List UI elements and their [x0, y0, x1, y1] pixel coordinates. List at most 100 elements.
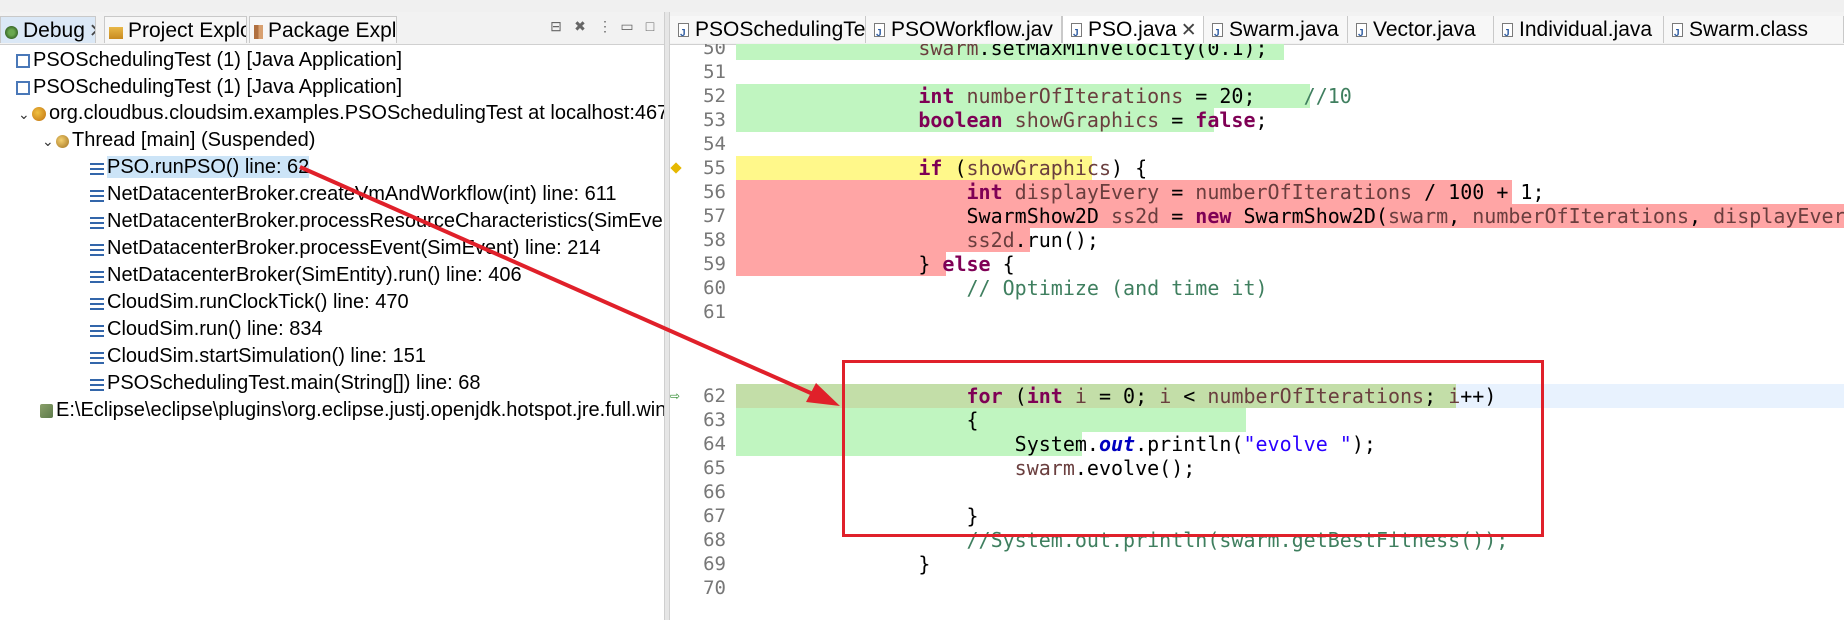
close-icon[interactable]: ✕ [1181, 20, 1197, 41]
tree-item-label: org.cloudbus.cloudsim.examples.PSOSchedu… [49, 102, 664, 124]
project-explorer-icon [109, 27, 123, 39]
code-text: int numberOfIterations = 20; //10 [918, 84, 1352, 108]
code-line: 64 System.out.println("evolve "); [670, 432, 1844, 456]
java-file-icon [678, 20, 689, 43]
editor-tab-pso-java[interactable]: PSO.java✕ [1062, 16, 1204, 43]
code-text: System.out.println("evolve "); [822, 432, 1376, 456]
tree-item-stack-frame[interactable]: CloudSim.run() line: 834 [90, 316, 323, 343]
code-line: 55 if (showGraphics) { [670, 156, 1844, 180]
line-number: 58 [703, 229, 726, 251]
code-line: 57 SwarmShow2D ss2d = new SwarmShow2D(sw… [670, 204, 1844, 228]
stack-frame-icon [90, 217, 104, 229]
java-file-icon [874, 20, 885, 43]
package-explorer-icon [254, 25, 263, 39]
tree-item-label: E:\Eclipse\eclipse\plugins\org.eclipse.j… [56, 399, 664, 421]
line-number: 56 [703, 181, 726, 203]
tree-item-thread[interactable]: ⌄ Thread [main] (Suspended) [42, 127, 315, 154]
line-number: 54 [703, 133, 726, 155]
code-line-current: 62 for (int i = 0; i < numberOfIteration… [670, 384, 1844, 408]
editor-tab-swarm-java[interactable]: Swarm.java [1204, 16, 1348, 43]
stack-frame-icon [90, 325, 104, 337]
code-line: 56 int displayEvery = numberOfIterations… [670, 180, 1844, 204]
java-editor: PSOSchedulingTe PSOWorkflow.jav PSO.java… [670, 12, 1844, 620]
chevron-down-icon[interactable]: ⌄ [18, 101, 32, 128]
code-line: 60 // Optimize (and time it) [670, 276, 1844, 300]
editor-tab-label: Individual.java [1519, 18, 1653, 41]
editor-tab-swarm-class[interactable]: Swarm.class [1664, 16, 1844, 43]
code-line: 68 //System.out.println(swarm.getBestFit… [670, 528, 1844, 552]
stack-frame-icon [90, 271, 104, 283]
editor-tab-psoworkflow[interactable]: PSOWorkflow.jav [866, 16, 1062, 43]
line-number: 51 [703, 61, 726, 83]
line-number: 64 [703, 433, 726, 455]
tree-item-label: NetDatacenterBroker.processResourceChara… [107, 210, 664, 232]
close-icon[interactable]: ✕ [89, 21, 95, 42]
stack-frame-icon [90, 379, 104, 391]
tree-item-label: PSOSchedulingTest (1) [Java Application] [33, 76, 403, 98]
editor-tab-vector-java[interactable]: Vector.java [1348, 16, 1494, 43]
tree-item-stack-frame[interactable]: PSOSchedulingTest.main(String[]) line: 6… [90, 370, 481, 397]
left-view-tab-bar: Debug✕ Project Explorer Package Explorer… [0, 12, 664, 45]
tree-item-stack-frame-selected[interactable]: PSO.runPSO() line: 62 [90, 154, 310, 181]
tree-item-process[interactable]: E:\Eclipse\eclipse\plugins\org.eclipse.j… [40, 397, 664, 424]
code-area[interactable]: ⇨ 50 swarm.setMaxMinVelocity(0.1); 51 52… [670, 44, 1844, 620]
tree-item-label: PSOSchedulingTest (1) [Java Application] [33, 49, 403, 71]
tree-item-stack-frame[interactable]: CloudSim.runClockTick() line: 470 [90, 289, 409, 316]
debug-tree: PSOSchedulingTest (1) [Java Application]… [0, 46, 664, 620]
tree-item-stack-frame[interactable]: NetDatacenterBroker.processEvent(SimEven… [90, 235, 601, 262]
remove-terminated-icon[interactable]: ✖ [573, 19, 587, 33]
collapse-all-icon[interactable]: ⊟ [549, 19, 563, 33]
tree-item-launch-1[interactable]: PSOSchedulingTest (1) [Java Application] [16, 47, 402, 74]
code-line: 65 swarm.evolve(); [670, 456, 1844, 480]
code-line: 66 [670, 480, 1844, 504]
code-text: swarm.evolve(); [1014, 456, 1196, 480]
tab-package-explorer[interactable]: Package Explorer [249, 16, 397, 43]
debug-target-icon [32, 107, 46, 121]
code-text: swarm.setMaxMinVelocity(0.1); [918, 44, 1268, 60]
minimize-icon[interactable]: ▭ [620, 19, 634, 33]
tree-item-label: CloudSim.runClockTick() line: 470 [107, 291, 409, 313]
code-line: 50 swarm.setMaxMinVelocity(0.1); [670, 44, 1844, 60]
tree-item-stack-frame[interactable]: NetDatacenterBroker(SimEntity).run() lin… [90, 262, 522, 289]
chevron-down-icon[interactable]: ⌄ [42, 128, 56, 155]
tree-item-label: CloudSim.startSimulation() line: 151 [107, 345, 427, 367]
line-number: 52 [703, 85, 726, 107]
code-text: //System.out.println(swarm.getBestFitnes… [966, 528, 1509, 552]
code-text: boolean showGraphics = false; [918, 108, 1268, 132]
code-text: SwarmShow2D ss2d = new SwarmShow2D(swarm… [822, 204, 1844, 228]
editor-tab-psoschedulingtest[interactable]: PSOSchedulingTe [670, 16, 866, 43]
line-number: 63 [703, 409, 726, 431]
code-line: 53 boolean showGraphics = false; [670, 108, 1844, 132]
line-number: 60 [703, 277, 726, 299]
tree-item-debug-target[interactable]: ⌄ org.cloudbus.cloudsim.examples.PSOSched… [18, 100, 664, 127]
stack-frame-icon [90, 352, 104, 364]
code-line: 61 [670, 300, 1844, 324]
tree-item-stack-frame[interactable]: NetDatacenterBroker.processResourceChara… [90, 208, 664, 235]
view-menu-icon[interactable]: ⋮ [598, 19, 612, 33]
code-line: 58 ss2d.run(); [670, 228, 1844, 252]
code-text: // Optimize (and time it) [966, 276, 1268, 300]
line-number: 67 [703, 505, 726, 527]
java-app-icon [16, 54, 30, 68]
process-icon [40, 404, 53, 418]
tab-debug[interactable]: Debug✕ [0, 16, 96, 43]
line-number: 55 [703, 157, 726, 179]
code-line: 70 [670, 576, 1844, 600]
editor-tab-label: PSOWorkflow.jav [891, 18, 1053, 41]
code-line: 51 [670, 60, 1844, 84]
tab-project-explorer-label: Project Explorer [128, 19, 246, 42]
tab-project-explorer[interactable]: Project Explorer [104, 16, 247, 43]
code-line: 54 [670, 132, 1844, 156]
line-number: 70 [703, 577, 726, 599]
thread-icon [56, 135, 69, 148]
line-number: 53 [703, 109, 726, 131]
tree-item-stack-frame[interactable]: CloudSim.startSimulation() line: 151 [90, 343, 426, 370]
editor-tab-bar: PSOSchedulingTe PSOWorkflow.jav PSO.java… [670, 12, 1844, 45]
tree-item-label: NetDatacenterBroker(SimEntity).run() lin… [107, 264, 522, 286]
editor-tab-individual-java[interactable]: Individual.java [1494, 16, 1664, 43]
tree-item-launch-2[interactable]: PSOSchedulingTest (1) [Java Application] [16, 74, 402, 101]
tree-item-stack-frame[interactable]: NetDatacenterBroker.createVmAndWorkflow(… [90, 181, 616, 208]
code-text: int displayEvery = numberOfIterations / … [966, 180, 1545, 204]
maximize-icon[interactable]: □ [643, 19, 657, 33]
code-line: 63 { [670, 408, 1844, 432]
